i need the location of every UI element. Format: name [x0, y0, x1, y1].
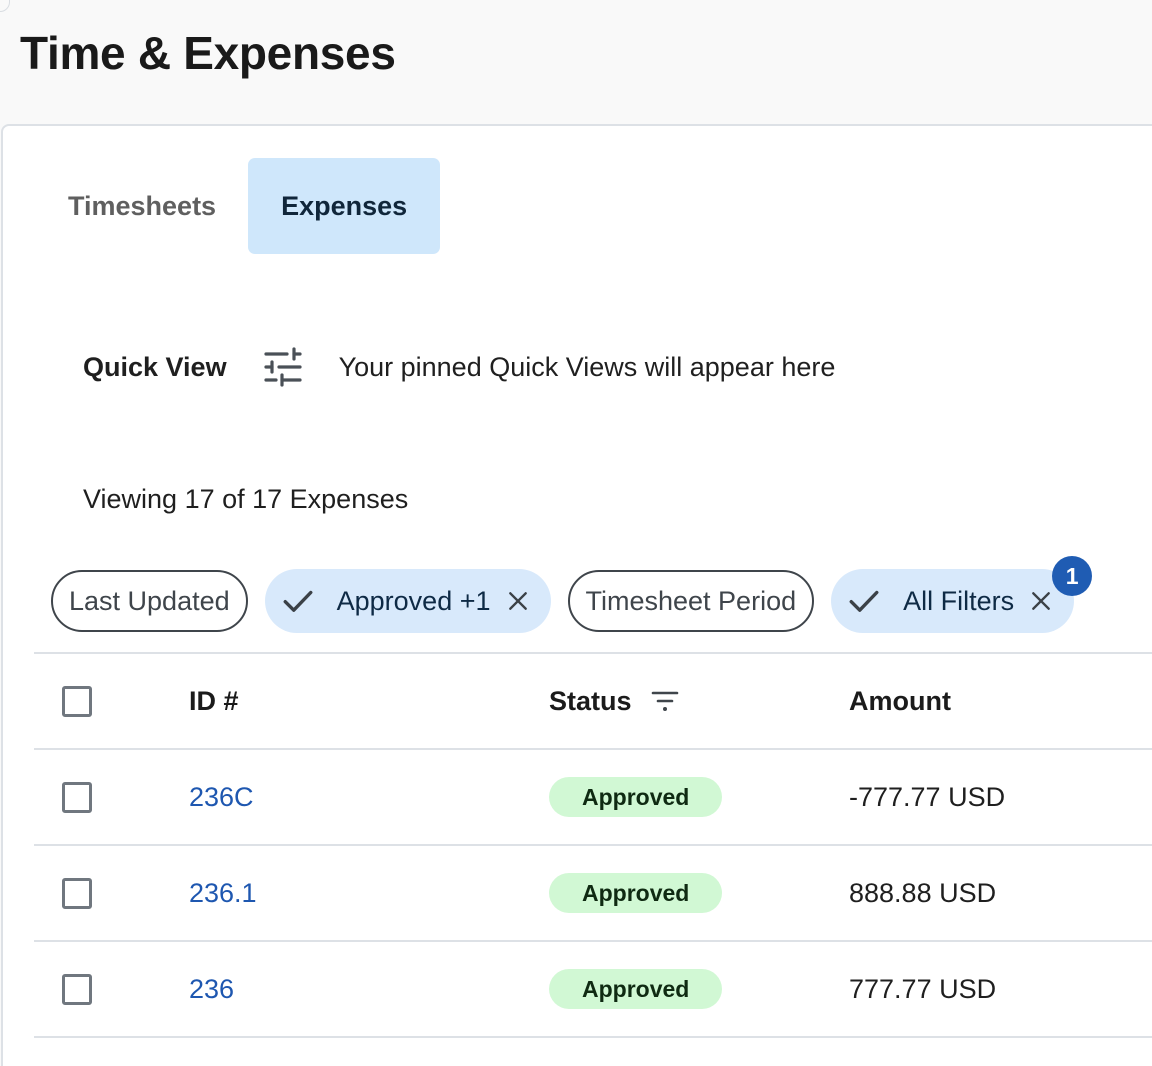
expense-id-link[interactable]: 236.1	[189, 878, 257, 909]
filter-chip-timesheet-period[interactable]: Timesheet Period	[567, 570, 815, 632]
content-panel: Timesheets Expenses Quick View Your pinn…	[1, 124, 1152, 1066]
table-row: 236C Approved -777.77 USD	[34, 748, 1152, 844]
filter-chip-all-filters[interactable]: All Filters 1	[831, 556, 1093, 633]
close-icon[interactable]	[1030, 590, 1052, 612]
quick-view-hint: Your pinned Quick Views will appear here	[338, 351, 836, 382]
filter-count-badge: 1	[1052, 556, 1093, 596]
table-header-row: ID # Status Amount	[34, 652, 1152, 748]
filter-icon[interactable]	[650, 688, 680, 714]
check-icon	[283, 590, 313, 612]
tab-bar: Timesheets Expenses	[40, 158, 441, 254]
tab-expenses[interactable]: Expenses	[248, 158, 441, 254]
status-cell: Approved	[549, 873, 723, 913]
status-cell: Approved	[549, 969, 723, 1009]
row-checkbox[interactable]	[62, 973, 92, 1005]
amount-cell: 888.88 USD	[849, 877, 997, 908]
quick-view-bar: Quick View Your pinned Quick Views will …	[83, 342, 835, 392]
status-badge: Approved	[549, 777, 723, 817]
expense-id-link[interactable]: 236C	[189, 782, 254, 813]
results-count: Viewing 17 of 17 Expenses	[83, 484, 409, 514]
quick-view-label: Quick View	[83, 351, 227, 382]
row-checkbox[interactable]	[62, 781, 92, 813]
column-header-id[interactable]: ID #	[189, 686, 239, 717]
page-title: Time & Expenses	[20, 27, 396, 79]
column-header-status[interactable]: Status	[549, 686, 680, 717]
chip-label: Timesheet Period	[585, 585, 797, 616]
expenses-table: ID # Status Amount 236C Approved -777.77…	[34, 652, 1152, 1038]
chip-label: Last Updated	[69, 585, 230, 616]
table-row: 236.1 Approved 888.88 USD	[34, 844, 1152, 940]
corner-tab	[0, 0, 10, 12]
column-header-amount[interactable]: Amount	[849, 686, 951, 717]
table-row: 236 Approved 777.77 USD	[34, 940, 1152, 1038]
chip-label: All Filters	[903, 585, 1015, 616]
close-icon[interactable]	[507, 590, 529, 612]
filter-chip-last-updated[interactable]: Last Updated	[51, 570, 248, 632]
status-cell: Approved	[549, 777, 723, 817]
filter-chips: Last Updated Approved +1 Timesheet Perio…	[51, 556, 1093, 633]
check-icon	[849, 590, 879, 612]
filter-chip-approved[interactable]: Approved +1	[264, 569, 551, 633]
expense-id-link[interactable]: 236	[189, 974, 234, 1005]
chip-label: Approved +1	[336, 585, 491, 616]
row-checkbox[interactable]	[62, 877, 92, 909]
tune-sliders-icon[interactable]	[263, 347, 303, 387]
amount-cell: 777.77 USD	[849, 973, 997, 1004]
amount-cell: -777.77 USD	[849, 781, 1006, 812]
status-badge: Approved	[549, 873, 723, 913]
status-badge: Approved	[549, 969, 723, 1009]
column-header-status-label: Status	[549, 685, 632, 716]
tab-timesheets[interactable]: Timesheets	[40, 158, 232, 254]
select-all-checkbox[interactable]	[62, 685, 92, 717]
